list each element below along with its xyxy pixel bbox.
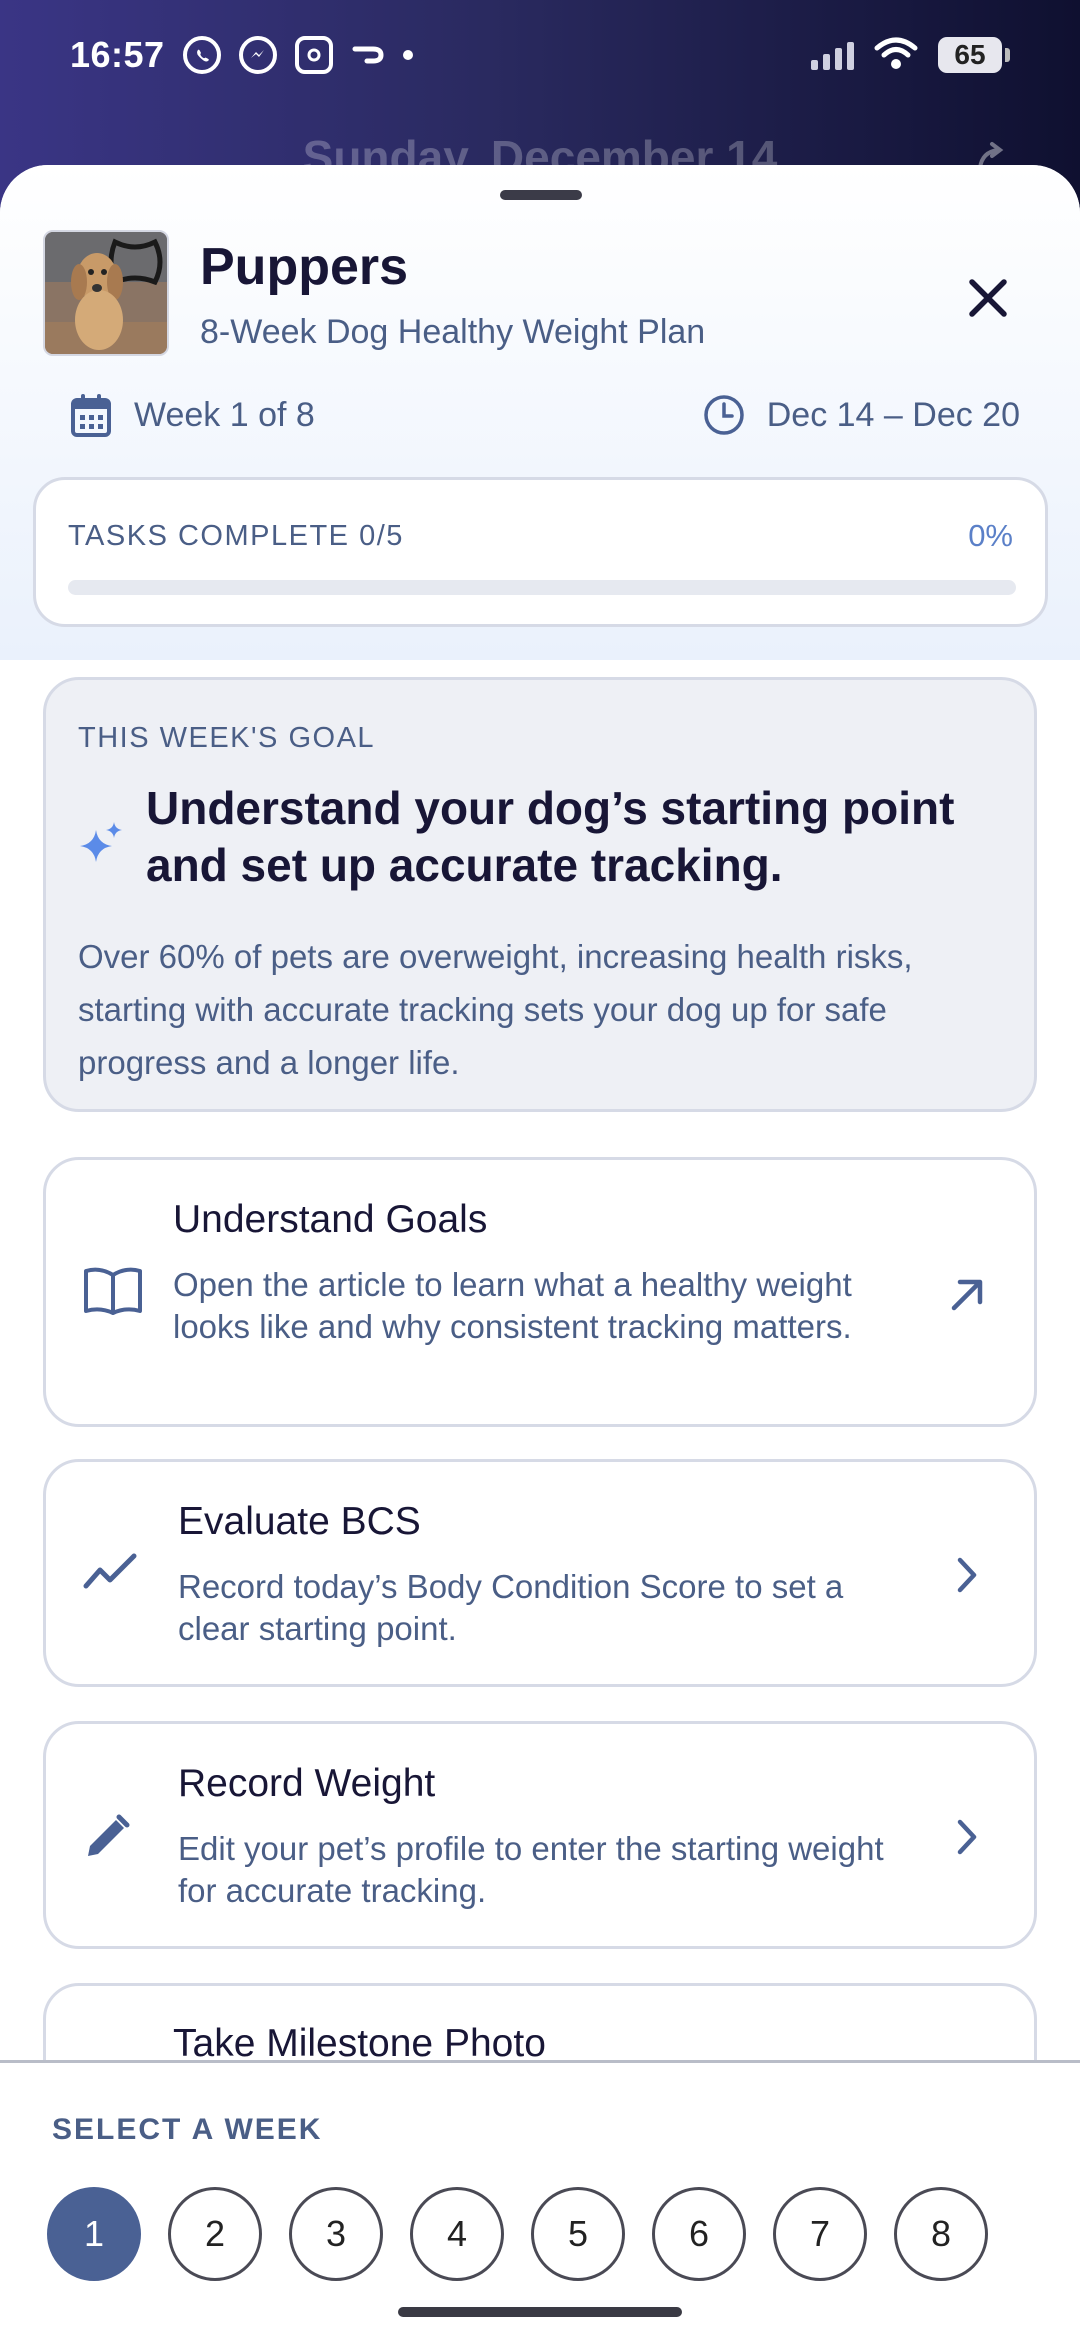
trend-icon: [83, 1553, 137, 1589]
goal-title: Understand your dog’s starting point and…: [146, 782, 955, 891]
goal-description: Over 60% of pets are overweight, increas…: [78, 938, 913, 1081]
wifi-icon: [874, 36, 918, 75]
week-button-6[interactable]: 6: [652, 2187, 746, 2281]
week-button-5[interactable]: 5: [531, 2187, 625, 2281]
whatsapp-icon: [182, 36, 221, 74]
chevron-right-icon: [957, 1557, 977, 1593]
week-button-4[interactable]: 4: [410, 2187, 504, 2281]
date-range-group: Dec 14 – Dec 20: [703, 394, 1020, 436]
calendar-icon: [71, 394, 111, 437]
plan-name: 8-Week Dog Healthy Weight Plan: [200, 313, 706, 351]
home-indicator[interactable]: [398, 2307, 682, 2317]
external-link-icon: [951, 1279, 983, 1311]
pet-avatar: [43, 230, 169, 356]
task-description: Open the article to learn what a healthy…: [173, 1266, 852, 1345]
chevron-right-icon: [957, 1819, 977, 1855]
messenger-icon: [238, 36, 277, 74]
sparkle-icon: [80, 822, 122, 862]
sheet-grabber[interactable]: [500, 190, 582, 200]
status-time: 16:57: [70, 34, 165, 75]
tasks-progress-card: TASKS COMPLETE 0/5 0%: [33, 477, 1048, 627]
week-button-8[interactable]: 8: [894, 2187, 988, 2281]
task-title: Record Weight: [178, 1762, 436, 1805]
task-description: Record today’s Body Condition Score to s…: [178, 1568, 844, 1647]
status-left: 16:57: [70, 34, 413, 76]
goal-kicker: THIS WEEK'S GOAL: [78, 722, 376, 754]
battery-icon: 65: [938, 37, 1010, 73]
task-description: Edit your pet’s profile to enter the sta…: [178, 1830, 884, 1909]
close-icon: [969, 279, 1007, 317]
task-title: Evaluate BCS: [178, 1500, 421, 1543]
pencil-icon: [88, 1814, 130, 1856]
week-label: Week 1 of 8: [134, 395, 315, 434]
app-icon: [351, 41, 385, 70]
week-button-1[interactable]: 1: [47, 2187, 141, 2281]
instagram-icon: [294, 36, 333, 74]
week-button-3[interactable]: 3: [289, 2187, 383, 2281]
task-title: Understand Goals: [173, 1198, 488, 1241]
close-button[interactable]: [955, 265, 1021, 331]
book-icon: [84, 1267, 142, 1315]
signal-icon: [811, 40, 854, 70]
task-evaluate-bcs[interactable]: Evaluate BCS Record today’s Body Conditi…: [43, 1459, 1037, 1687]
tasks-complete-label: TASKS COMPLETE 0/5: [68, 520, 404, 552]
status-right: 65: [811, 36, 1010, 75]
week-selector-panel: SELECT A WEEK 1 2 3 4 5 6 7 8: [0, 2060, 1080, 2340]
progress-track: [68, 580, 1016, 595]
week-selector-label: SELECT A WEEK: [52, 2113, 323, 2146]
week-label-group: Week 1 of 8: [70, 392, 315, 438]
task-understand-goals[interactable]: Understand Goals Open the article to lea…: [43, 1157, 1037, 1427]
battery-level: 65: [938, 37, 1002, 73]
tasks-complete-percent: 0%: [968, 518, 1013, 553]
date-range: Dec 14 – Dec 20: [766, 395, 1020, 434]
more-notifications-dot: [402, 50, 413, 60]
pet-name: Puppers: [200, 238, 409, 296]
weekly-goal-card: THIS WEEK'S GOAL Understand your dog’s s…: [43, 677, 1037, 1112]
task-record-weight[interactable]: Record Weight Edit your pet’s profile to…: [43, 1721, 1037, 1949]
week-button-2[interactable]: 2: [168, 2187, 262, 2281]
week-buttons: 1 2 3 4 5 6 7 8: [47, 2187, 988, 2281]
status-bar: 16:57 65: [0, 0, 1080, 110]
plan-sheet: Puppers 8-Week Dog Healthy Weight Plan W…: [0, 165, 1080, 2340]
clock-icon: [703, 395, 744, 435]
week-button-7[interactable]: 7: [773, 2187, 867, 2281]
week-info-row: Week 1 of 8 Dec 14 – Dec 20: [70, 390, 1020, 440]
